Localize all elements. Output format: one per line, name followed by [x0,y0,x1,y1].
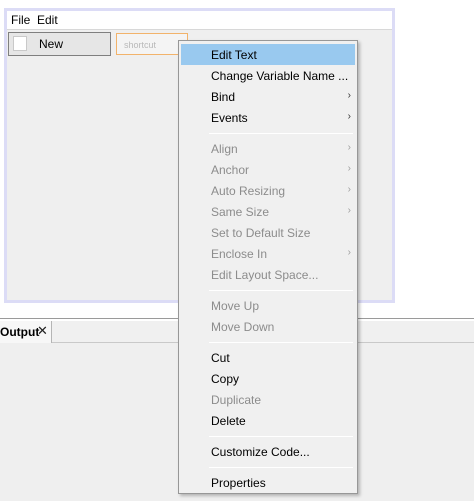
context-item-move-up[interactable]: Move Up [181,295,355,316]
menu-separator [209,467,353,468]
context-item-anchor[interactable]: Anchor › [181,159,355,180]
context-item-change-variable-name[interactable]: Change Variable Name ... [181,65,355,86]
context-item-label: Properties [211,476,266,490]
context-item-delete[interactable]: Delete [181,410,355,431]
context-item-cut[interactable]: Cut [181,347,355,368]
context-item-move-down[interactable]: Move Down [181,316,355,337]
context-item-properties[interactable]: Properties [181,472,355,493]
menu-separator [209,290,353,291]
context-item-label: Set to Default Size [211,226,311,240]
context-item-label: Enclose In [211,247,268,261]
menu-item-new-label: New [39,37,64,51]
context-item-auto-resizing[interactable]: Auto Resizing › [181,180,355,201]
context-item-label: Same Size [211,205,270,219]
context-item-label: Customize Code... [211,445,310,459]
context-item-events[interactable]: Events › [181,107,355,128]
context-item-label: Cut [211,351,230,365]
menu-separator [209,436,353,437]
submenu-arrow-icon: › [347,163,351,174]
context-item-label: Events [211,111,248,125]
context-item-label: Auto Resizing [211,184,286,198]
tab-output[interactable]: Output ✕ [0,321,52,343]
context-item-label: Edit Layout Space... [211,268,319,282]
context-item-enclose-in[interactable]: Enclose In › [181,243,355,264]
context-item-align[interactable]: Align › [181,138,355,159]
submenu-arrow-icon: › [347,111,351,122]
designed-menubar[interactable]: File Edit [7,11,392,30]
menu-separator [209,342,353,343]
context-item-label: Delete [211,414,246,428]
context-item-set-default-size[interactable]: Set to Default Size [181,222,355,243]
tab-output-label: Output [0,325,40,339]
context-item-label: Move Down [211,320,275,334]
context-item-bind[interactable]: Bind › [181,86,355,107]
context-item-label: Anchor [211,163,250,177]
shortcut-placeholder: shortcut [124,40,157,50]
context-item-label: Bind [211,90,236,104]
menu-separator [209,133,353,134]
context-item-label: Move Up [211,299,260,313]
menu-item-icon-placeholder [13,36,27,51]
context-item-label: Edit Text [211,48,257,62]
context-menu: Edit Text Change Variable Name ... Bind … [178,40,358,494]
context-item-edit-layout-space[interactable]: Edit Layout Space... [181,264,355,285]
menu-file[interactable]: File [11,13,30,27]
submenu-arrow-icon: › [347,90,351,101]
menu-item-new[interactable]: New [8,32,111,56]
context-item-copy[interactable]: Copy [181,368,355,389]
submenu-arrow-icon: › [347,142,351,153]
submenu-arrow-icon: › [347,247,351,258]
context-item-label: Align [211,142,238,156]
context-item-customize-code[interactable]: Customize Code... [181,441,355,462]
context-item-duplicate[interactable]: Duplicate [181,389,355,410]
close-icon[interactable]: ✕ [37,323,48,339]
submenu-arrow-icon: › [347,205,351,216]
submenu-arrow-icon: › [347,184,351,195]
menu-edit[interactable]: Edit [37,13,58,27]
context-item-edit-text[interactable]: Edit Text [181,44,355,65]
context-item-label: Copy [211,372,240,386]
context-item-label: Change Variable Name ... [211,69,349,83]
context-item-same-size[interactable]: Same Size › [181,201,355,222]
context-item-label: Duplicate [211,393,262,407]
